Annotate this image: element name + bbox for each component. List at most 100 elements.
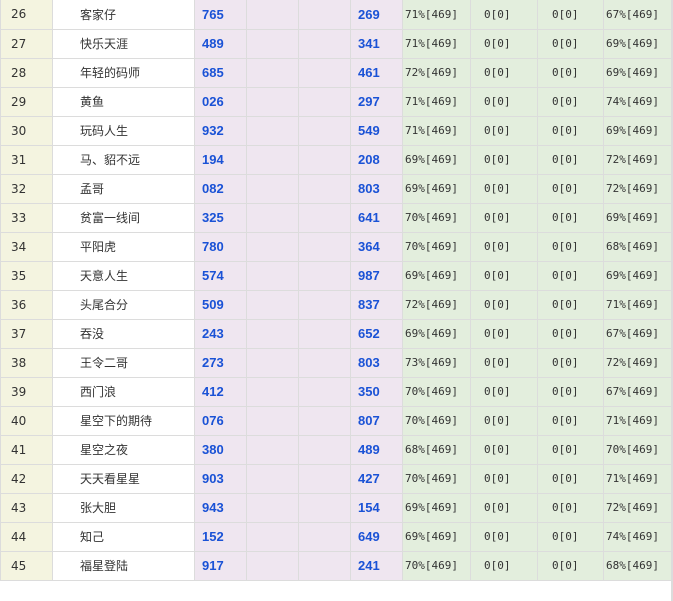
stat-cell-4: 71%[469] <box>603 463 672 494</box>
stat-cell-1: 69%[469] <box>402 260 471 291</box>
stat-cell-2: 0[0] <box>470 0 538 30</box>
stat-cell-2: 0[0] <box>470 260 538 291</box>
table-row[interactable]: 36 头尾合分 509 837 72%[469] 0[0] 0[0] 71%[4… <box>0 289 672 320</box>
stat-cell-2: 0[0] <box>470 405 538 436</box>
table-row[interactable]: 35 天意人生 574 987 69%[469] 0[0] 0[0] 69%[4… <box>0 260 672 291</box>
number-cell-4: 341 <box>350 28 403 59</box>
number-cell-3 <box>298 376 351 407</box>
table-row[interactable]: 44 知己 152 649 69%[469] 0[0] 0[0] 74%[469… <box>0 521 672 552</box>
stat-cell-4: 71%[469] <box>603 289 672 320</box>
stat-cell-4: 72%[469] <box>603 144 672 175</box>
rank-cell: 41 <box>0 434 53 465</box>
table-row[interactable]: 34 平阳虎 780 364 70%[469] 0[0] 0[0] 68%[46… <box>0 231 672 262</box>
stat-cell-4: 71%[469] <box>603 405 672 436</box>
table-row[interactable]: 27 快乐天涯 489 341 71%[469] 0[0] 0[0] 69%[4… <box>0 28 672 59</box>
table-row[interactable]: 43 张大胆 943 154 69%[469] 0[0] 0[0] 72%[46… <box>0 492 672 523</box>
number-cell-3 <box>298 231 351 262</box>
stat-cell-3: 0[0] <box>537 57 604 88</box>
rank-cell: 43 <box>0 492 53 523</box>
name-cell: 黄鱼 <box>52 86 195 117</box>
ranking-table-body: 26 客家仔 765 269 71%[469] 0[0] 0[0] 67%[46… <box>0 0 672 581</box>
table-row[interactable]: 45 福星登陆 917 241 70%[469] 0[0] 0[0] 68%[4… <box>0 550 672 581</box>
number-cell-4: 641 <box>350 202 403 233</box>
table-row[interactable]: 31 马、貂不远 194 208 69%[469] 0[0] 0[0] 72%[… <box>0 144 672 175</box>
number-cell-1: 412 <box>194 376 247 407</box>
stat-cell-1: 69%[469] <box>402 173 471 204</box>
stat-cell-4: 70%[469] <box>603 434 672 465</box>
name-cell: 快乐天涯 <box>52 28 195 59</box>
number-cell-4: 269 <box>350 0 403 30</box>
table-row[interactable]: 32 孟哥 082 803 69%[469] 0[0] 0[0] 72%[469… <box>0 173 672 204</box>
number-cell-2 <box>246 202 299 233</box>
stat-cell-3: 0[0] <box>537 492 604 523</box>
number-cell-2 <box>246 463 299 494</box>
table-row[interactable]: 40 星空下的期待 076 807 70%[469] 0[0] 0[0] 71%… <box>0 405 672 436</box>
table-row[interactable]: 37 吞没 243 652 69%[469] 0[0] 0[0] 67%[469… <box>0 318 672 349</box>
number-cell-2 <box>246 260 299 291</box>
stat-cell-3: 0[0] <box>537 202 604 233</box>
number-cell-2 <box>246 405 299 436</box>
table-row[interactable]: 28 年轻的码师 685 461 72%[469] 0[0] 0[0] 69%[… <box>0 57 672 88</box>
rank-cell: 42 <box>0 463 53 494</box>
number-cell-3 <box>298 28 351 59</box>
table-row[interactable]: 39 西门浪 412 350 70%[469] 0[0] 0[0] 67%[46… <box>0 376 672 407</box>
name-cell: 天天看星星 <box>52 463 195 494</box>
rank-cell: 28 <box>0 57 53 88</box>
name-cell: 头尾合分 <box>52 289 195 320</box>
number-cell-4: 297 <box>350 86 403 117</box>
stat-cell-4: 72%[469] <box>603 492 672 523</box>
stat-cell-3: 0[0] <box>537 318 604 349</box>
table-row[interactable]: 29 黄鱼 026 297 71%[469] 0[0] 0[0] 74%[469… <box>0 86 672 117</box>
rank-cell: 38 <box>0 347 53 378</box>
table-row[interactable]: 41 星空之夜 380 489 68%[469] 0[0] 0[0] 70%[4… <box>0 434 672 465</box>
number-cell-4: 549 <box>350 115 403 146</box>
number-cell-4: 350 <box>350 376 403 407</box>
number-cell-3 <box>298 463 351 494</box>
stat-cell-2: 0[0] <box>470 57 538 88</box>
number-cell-1: 509 <box>194 289 247 320</box>
stat-cell-2: 0[0] <box>470 115 538 146</box>
rank-cell: 31 <box>0 144 53 175</box>
name-cell: 星空之夜 <box>52 434 195 465</box>
number-cell-2 <box>246 173 299 204</box>
stat-cell-4: 74%[469] <box>603 86 672 117</box>
number-cell-4: 208 <box>350 144 403 175</box>
table-row[interactable]: 38 王令二哥 273 803 73%[469] 0[0] 0[0] 72%[4… <box>0 347 672 378</box>
name-cell: 张大胆 <box>52 492 195 523</box>
stat-cell-3: 0[0] <box>537 0 604 30</box>
number-cell-2 <box>246 0 299 30</box>
number-cell-4: 461 <box>350 57 403 88</box>
number-cell-2 <box>246 521 299 552</box>
table-row[interactable]: 30 玩码人生 932 549 71%[469] 0[0] 0[0] 69%[4… <box>0 115 672 146</box>
number-cell-1: 243 <box>194 318 247 349</box>
number-cell-1: 152 <box>194 521 247 552</box>
rank-cell: 44 <box>0 521 53 552</box>
rank-cell: 35 <box>0 260 53 291</box>
rank-cell: 36 <box>0 289 53 320</box>
stat-cell-1: 70%[469] <box>402 231 471 262</box>
number-cell-1: 489 <box>194 28 247 59</box>
table-row[interactable]: 42 天天看星星 903 427 70%[469] 0[0] 0[0] 71%[… <box>0 463 672 494</box>
stat-cell-1: 72%[469] <box>402 289 471 320</box>
table-row[interactable]: 26 客家仔 765 269 71%[469] 0[0] 0[0] 67%[46… <box>0 0 672 30</box>
number-cell-1: 026 <box>194 86 247 117</box>
stat-cell-2: 0[0] <box>470 86 538 117</box>
stat-cell-2: 0[0] <box>470 550 538 581</box>
stat-cell-1: 70%[469] <box>402 405 471 436</box>
stat-cell-2: 0[0] <box>470 376 538 407</box>
name-cell: 福星登陆 <box>52 550 195 581</box>
table-row[interactable]: 33 贫富一线间 325 641 70%[469] 0[0] 0[0] 69%[… <box>0 202 672 233</box>
stat-cell-2: 0[0] <box>470 521 538 552</box>
ranking-table: 26 客家仔 765 269 71%[469] 0[0] 0[0] 67%[46… <box>0 0 672 581</box>
stat-cell-3: 0[0] <box>537 173 604 204</box>
stat-cell-3: 0[0] <box>537 289 604 320</box>
stat-cell-4: 68%[469] <box>603 231 672 262</box>
stat-cell-3: 0[0] <box>537 376 604 407</box>
number-cell-2 <box>246 144 299 175</box>
stat-cell-1: 70%[469] <box>402 463 471 494</box>
rank-cell: 29 <box>0 86 53 117</box>
stat-cell-1: 71%[469] <box>402 115 471 146</box>
number-cell-2 <box>246 289 299 320</box>
number-cell-2 <box>246 550 299 581</box>
name-cell: 客家仔 <box>52 0 195 30</box>
